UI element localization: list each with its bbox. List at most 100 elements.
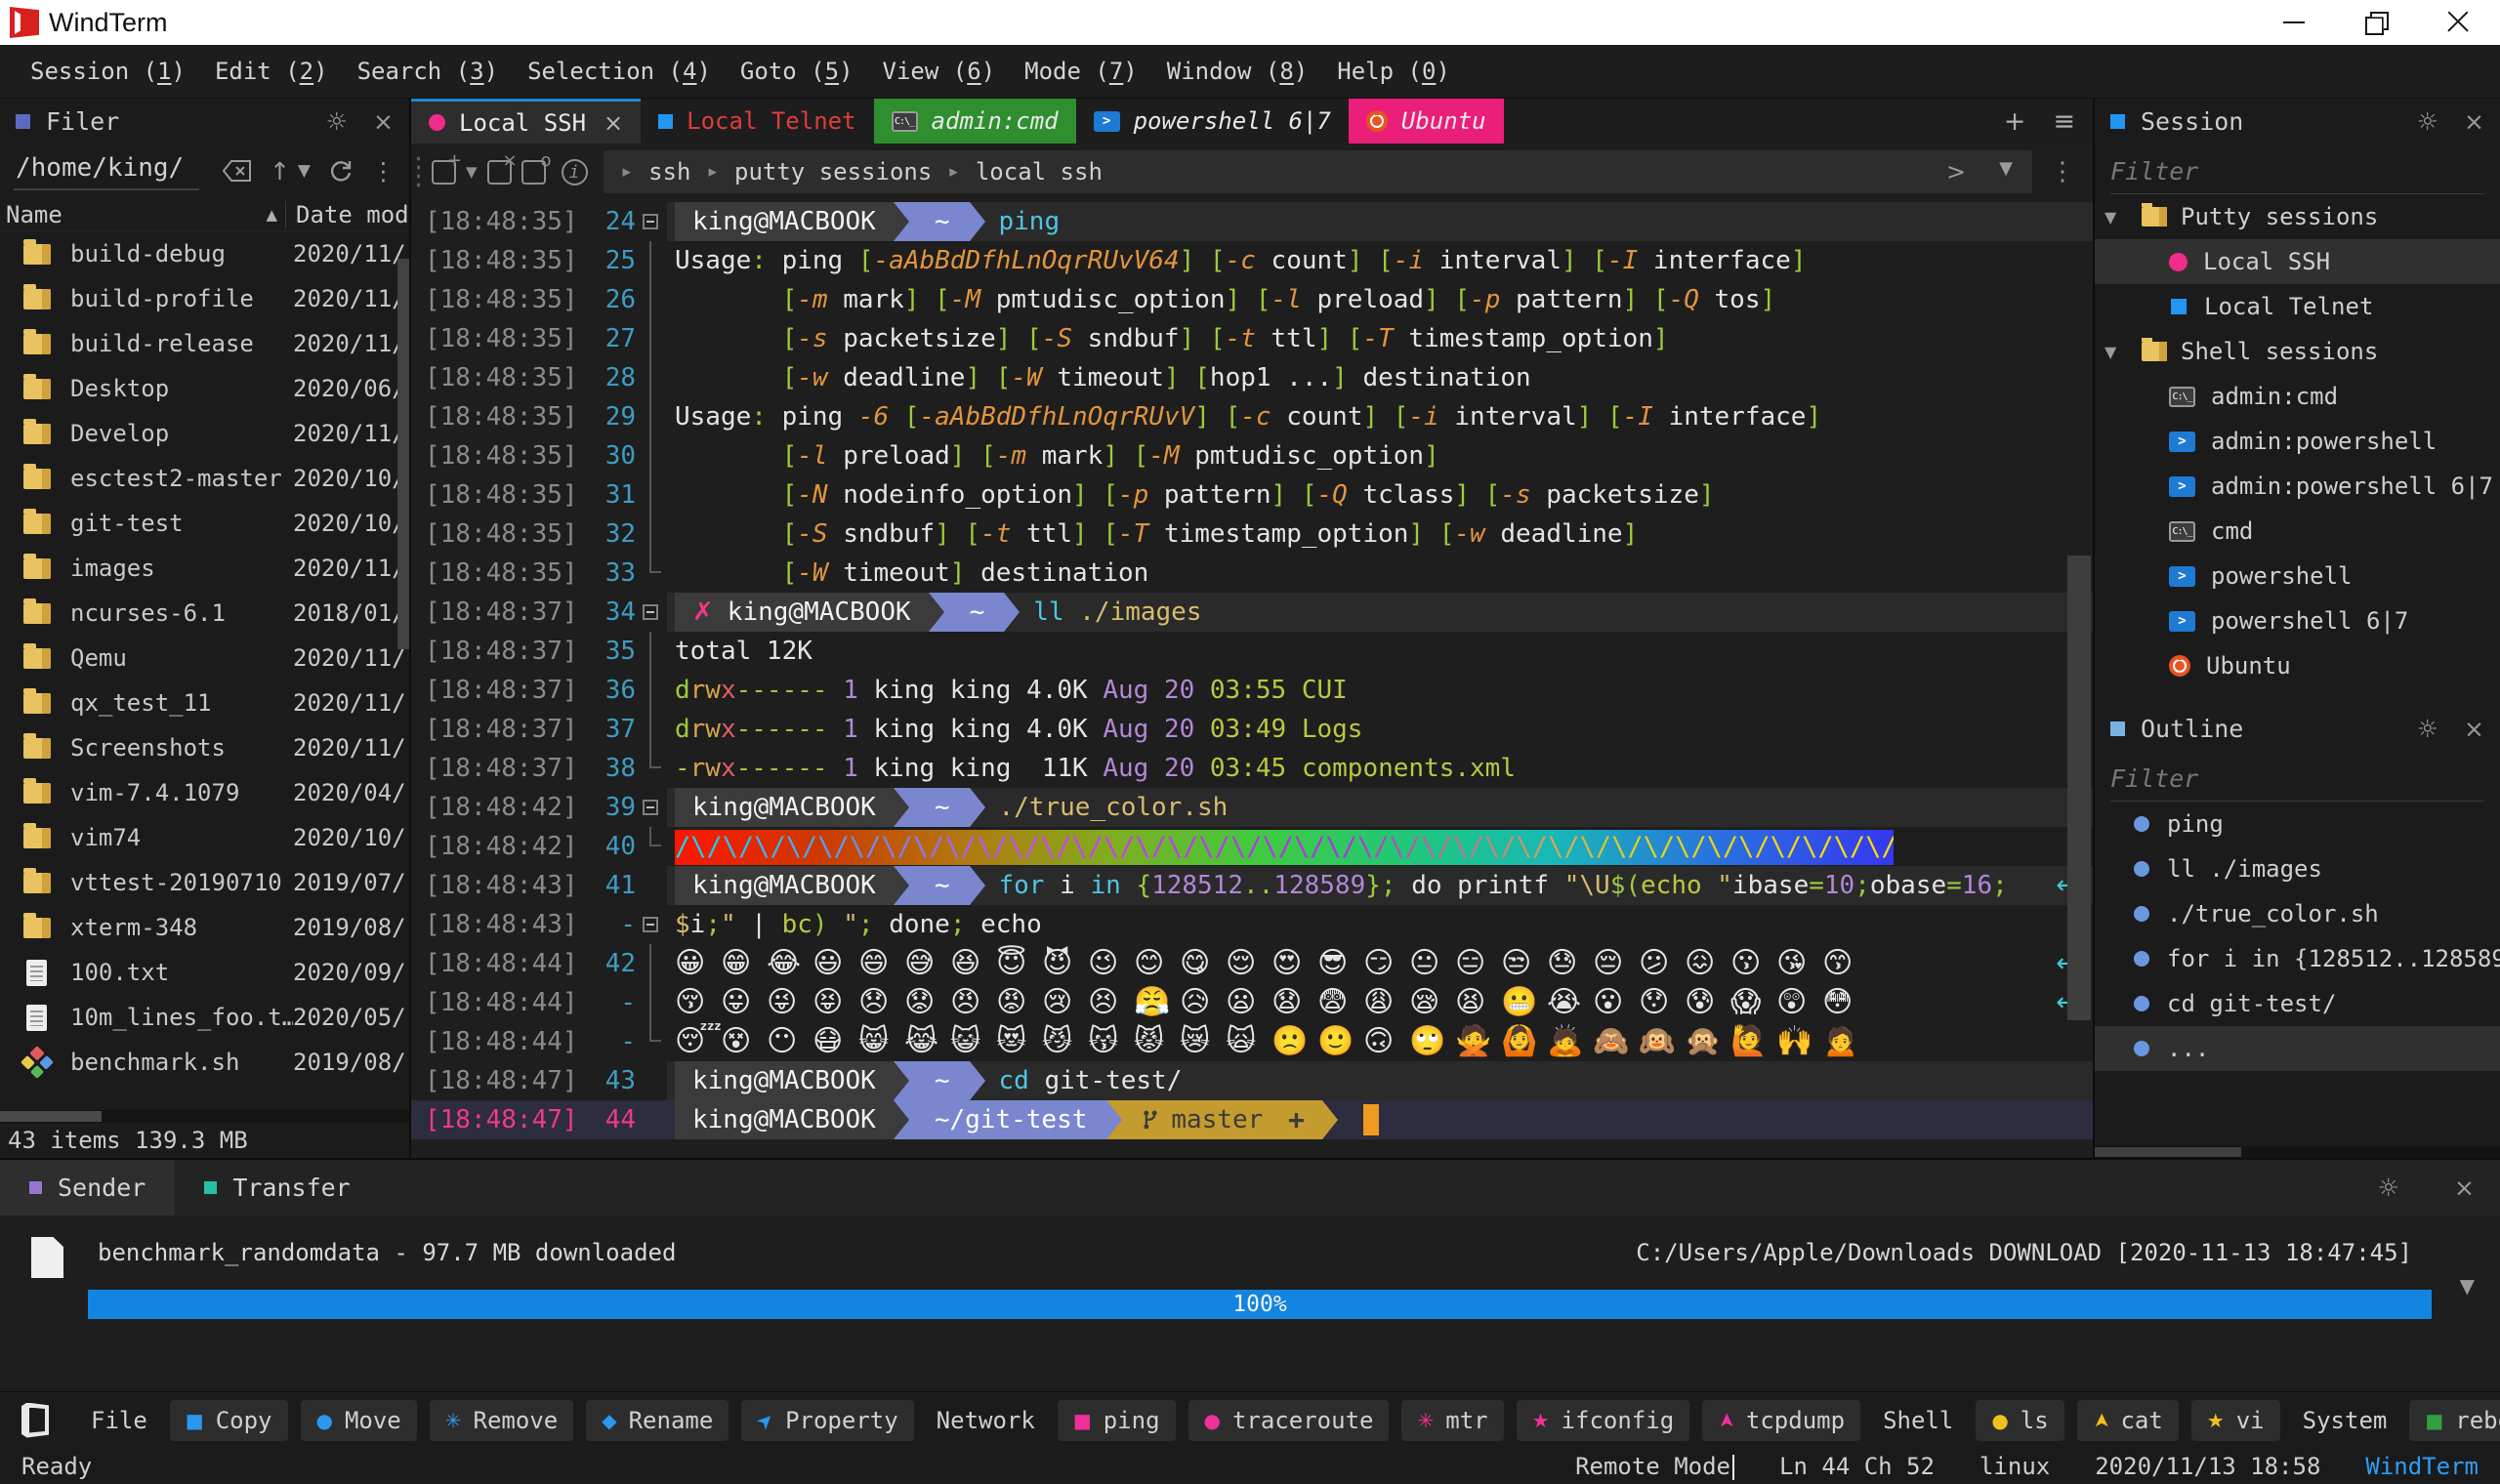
outline-item[interactable]: ping (2095, 802, 2500, 846)
toolbar-button-ls[interactable]: ● ls (1976, 1399, 2064, 1441)
file-row[interactable]: benchmark.sh 2019/08/ (0, 1040, 409, 1085)
session-item-powershell[interactable]: > powershell (2095, 554, 2500, 598)
file-row[interactable]: vim-7.4.1079 2020/04/ (0, 770, 409, 815)
file-row[interactable]: git-test 2020/10/ (0, 501, 409, 546)
restore-button[interactable] (2363, 10, 2389, 35)
file-row[interactable]: Screenshots 2020/11/ (0, 725, 409, 770)
outline-item[interactable]: for i in {128512..128589} (2095, 936, 2500, 981)
terminal-scrollbar[interactable] (2067, 556, 2091, 1020)
session-filter-input[interactable]: Filter (2110, 144, 2484, 194)
status-cursor-position[interactable]: Ln 44 Ch 52 (1779, 1453, 1935, 1480)
filer-path-input[interactable]: /home/king/ (14, 151, 199, 190)
info-icon[interactable]: i (561, 158, 588, 186)
new-session-dropdown-icon[interactable]: ▼ (466, 163, 478, 181)
session-item-cmd[interactable]: C:\_ cmd (2095, 509, 2500, 554)
outline-item[interactable]: ... (2095, 1026, 2500, 1071)
toolbar-button-tcpdump[interactable]: ➤ tcpdump (1702, 1399, 1861, 1441)
transfer-dropdown-icon[interactable]: ▼ (2460, 1274, 2475, 1298)
tab-local-ssh[interactable]: Local SSH × (411, 99, 642, 144)
menu-search[interactable]: Search (3) (343, 45, 514, 98)
menu-selection[interactable]: Selection (4) (513, 45, 726, 98)
toolbar-button-mtr[interactable]: ✳ mtr (1401, 1399, 1504, 1441)
toolbar-button-vi[interactable]: ★ vi (2190, 1399, 2280, 1441)
session-folder[interactable]: ▼ Shell sessions (2095, 329, 2500, 374)
session-item-admin-cmd[interactable]: C:\_ admin:cmd (2095, 374, 2500, 419)
file-row[interactable]: qx_test_11 2020/11/ (0, 680, 409, 725)
session-item-ubuntu[interactable]: Ubuntu (2095, 643, 2500, 688)
file-row[interactable]: Desktop 2020/06/ (0, 366, 409, 411)
transfer-tab-transfer[interactable]: Transfer (175, 1160, 379, 1216)
terminal-screen[interactable]: [18:48:35] 24 king@MACBOOK ~ ping [18:48:3… (411, 200, 2093, 1158)
fold-marker[interactable] (643, 604, 658, 620)
session-item-local-telnet[interactable]: Local Telnet (2095, 284, 2500, 329)
breadcrumb-expand-icon[interactable]: ▼ (1999, 158, 2013, 186)
outline-item[interactable]: ./true_color.sh (2095, 891, 2500, 936)
outline-settings-gear-icon[interactable]: ☼ (2417, 715, 2438, 743)
new-session-icon[interactable]: + (432, 150, 462, 185)
transfer-close-icon[interactable]: × (2454, 1174, 2475, 1202)
tab-list-menu-icon[interactable]: ≡ (2053, 106, 2075, 137)
toolbar-button-remove[interactable]: ✳ Remove (429, 1399, 574, 1441)
menu-view[interactable]: View (6) (868, 45, 1011, 98)
session-item-admin-powershell-6-7[interactable]: > admin:powershell 6|7 (2095, 464, 2500, 509)
file-row[interactable]: vttest-20190710 2019/07/ (0, 860, 409, 905)
fold-marker[interactable] (643, 800, 658, 815)
fold-marker[interactable] (643, 214, 658, 229)
menu-goto[interactable]: Goto (5) (726, 45, 868, 98)
toolbar-button-rename[interactable]: ◆ Rename (586, 1399, 729, 1441)
file-row[interactable]: vim74 2020/10/ (0, 815, 409, 860)
session-item-local-ssh[interactable]: Local SSH (2095, 239, 2500, 284)
toolbar-button-property[interactable]: ➤ Property (741, 1399, 914, 1441)
close-session-icon[interactable]: × (486, 150, 518, 185)
breadcrumb-segment[interactable]: putty sessions (734, 158, 932, 186)
status-brand[interactable]: WindTerm (2365, 1453, 2479, 1480)
refresh-icon[interactable] (328, 158, 354, 184)
menu-window[interactable]: Window (8) (1152, 45, 1323, 98)
filer-vertical-scrollbar[interactable] (397, 259, 409, 649)
session-settings-gear-icon[interactable]: ☼ (2417, 107, 2438, 136)
file-row[interactable]: ncurses-6.1 2018/01/ (0, 591, 409, 636)
toolbar-button-ping[interactable]: ■ ping (1057, 1399, 1176, 1441)
file-row[interactable]: Develop 2020/11/ (0, 411, 409, 456)
file-row[interactable]: build-profile 2020/11/ (0, 276, 409, 321)
outline-close-icon[interactable]: × (2464, 715, 2484, 743)
file-row[interactable]: 100.txt 2020/09/ (0, 950, 409, 995)
status-mode[interactable]: Remote Mode (1575, 1453, 1735, 1480)
collapse-arrow-icon[interactable]: ▼ (2104, 208, 2128, 227)
session-item-admin-powershell[interactable]: > admin:powershell (2095, 419, 2500, 464)
breadcrumb-run-icon[interactable]: > (1946, 158, 1966, 186)
menu-help[interactable]: Help (0) (1322, 45, 1465, 98)
tab-admin-cmd[interactable]: C:\_ admin:cmd (873, 99, 1076, 144)
file-row[interactable]: esctest2-master 2020/10/ (0, 456, 409, 501)
menu-mode[interactable]: Mode (7) (1010, 45, 1152, 98)
file-row[interactable]: 10m_lines_foo.t… 2020/05/ (0, 995, 409, 1040)
tab-close-icon[interactable]: × (604, 109, 623, 137)
filer-settings-gear-icon[interactable]: ☼ (326, 107, 348, 136)
minimize-button[interactable] (2281, 10, 2307, 35)
outline-horizontal-scrollbar[interactable] (2095, 1146, 2500, 1158)
outline-item[interactable]: cd git-test/ (2095, 981, 2500, 1026)
terminal-kebab-menu-icon[interactable]: ⋮ (2042, 157, 2083, 186)
column-header-name[interactable]: Name ▲ (0, 201, 285, 228)
up-directory-icon[interactable]: ↑ (270, 157, 290, 186)
status-os[interactable]: linux (1979, 1453, 2050, 1480)
session-item-powershell-6-7[interactable]: > powershell 6|7 (2095, 598, 2500, 643)
column-header-date[interactable]: Date mod (285, 200, 409, 228)
toolbar-button-ifconfig[interactable]: ★ ifconfig (1516, 1399, 1690, 1441)
add-tab-icon[interactable]: + (2004, 106, 2026, 137)
transfer-settings-gear-icon[interactable]: ☼ (2378, 1174, 2399, 1202)
file-row[interactable]: xterm-348 2019/08/ (0, 905, 409, 950)
tab-powershell-6-7[interactable]: > powershell 6|7 (1076, 99, 1349, 144)
toolbar-button-cat[interactable]: ➤ cat (2076, 1399, 2179, 1441)
toolbar-button-copy[interactable]: ■ Copy (169, 1399, 288, 1441)
toolbar-button-move[interactable]: ● Move (300, 1399, 417, 1441)
menu-session[interactable]: Session (1) (16, 45, 200, 98)
breadcrumb-segment[interactable]: ssh (648, 158, 690, 186)
drag-handle[interactable] (415, 154, 422, 189)
clear-path-icon[interactable] (222, 160, 252, 182)
detach-session-icon[interactable]: o (521, 150, 552, 185)
tab-local-telnet[interactable]: Local Telnet (641, 99, 873, 144)
filer-horizontal-scrollbar[interactable] (0, 1110, 409, 1123)
filer-close-icon[interactable]: × (373, 107, 394, 136)
file-row[interactable]: build-debug 2020/11/ (0, 231, 409, 276)
